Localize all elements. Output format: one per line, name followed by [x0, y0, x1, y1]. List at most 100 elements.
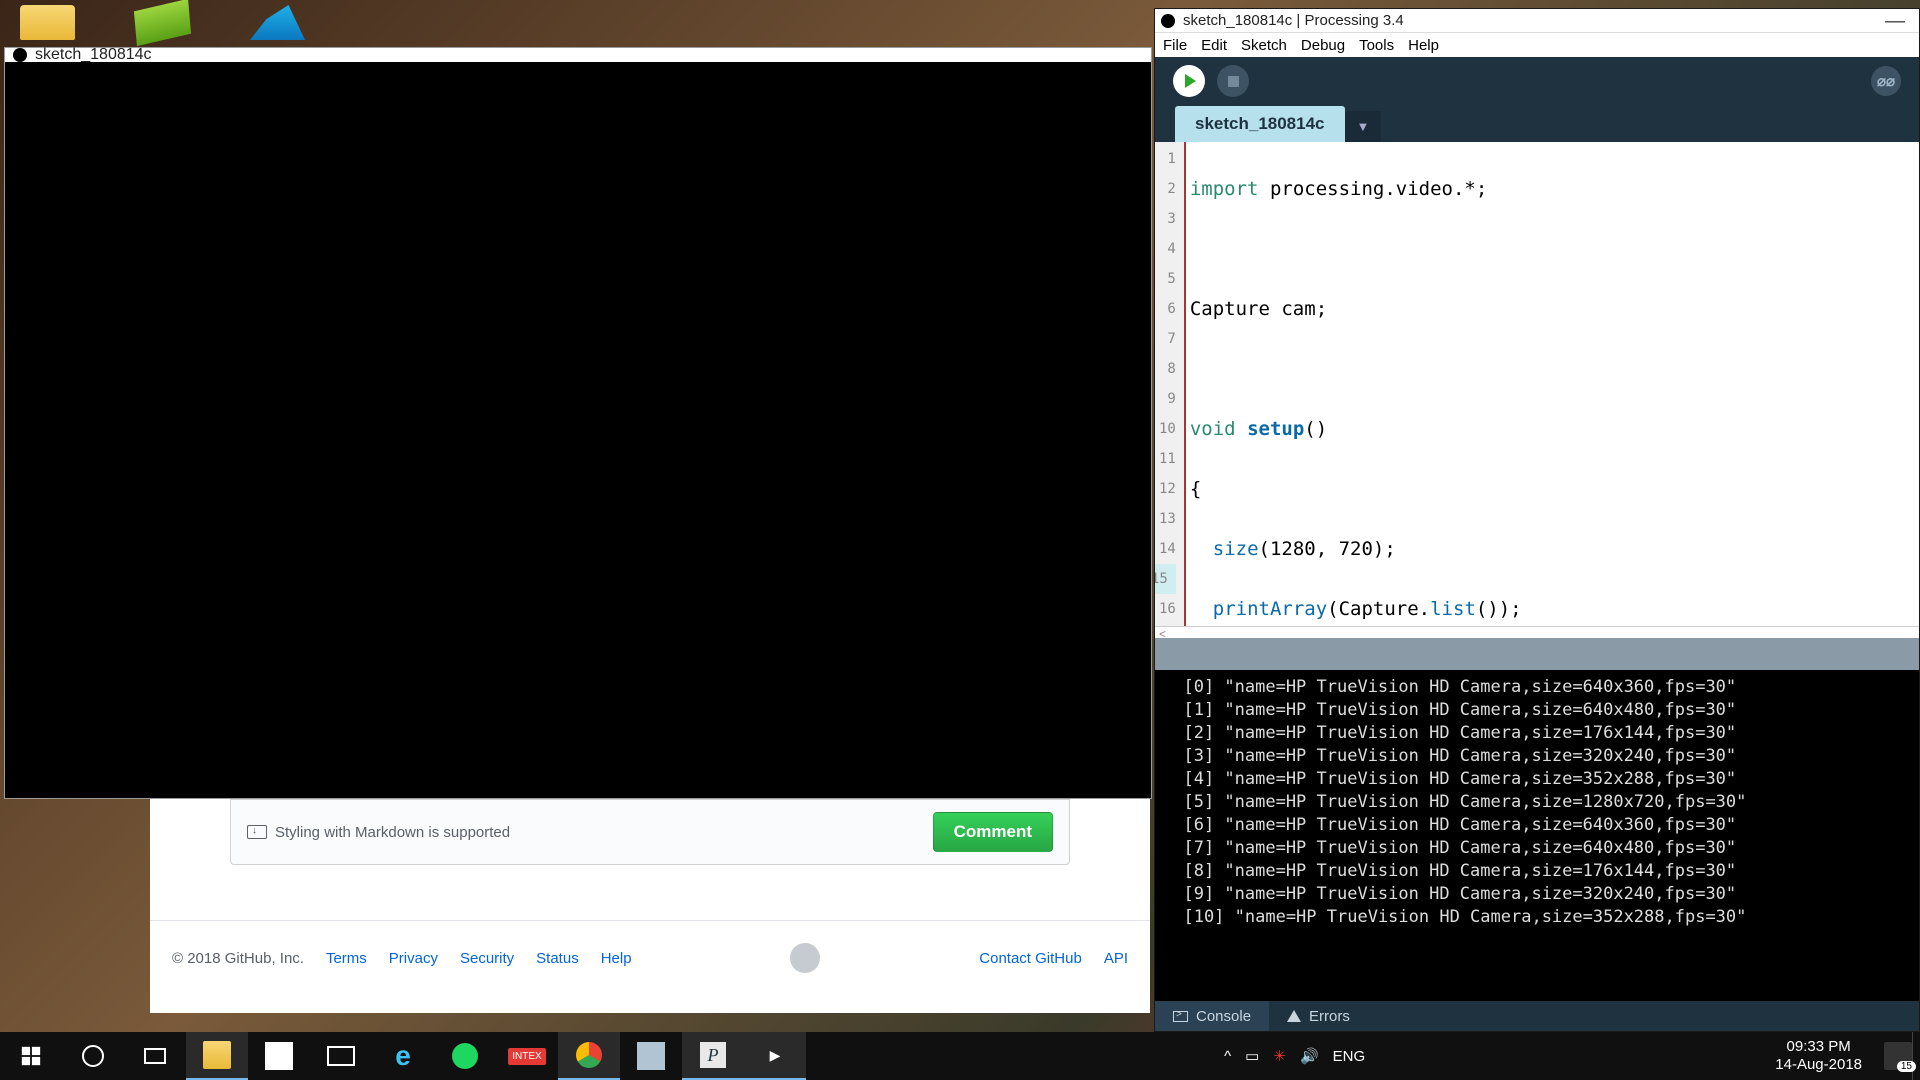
- taskbar-store[interactable]: [248, 1032, 310, 1080]
- line-gutter: 12345678910111213141516: [1155, 142, 1186, 626]
- github-page-fragment: Styling with Markdown is supported Comme…: [150, 799, 1150, 1013]
- clock-time: 09:33 PM: [1775, 1038, 1862, 1056]
- warning-icon: [1287, 1010, 1301, 1022]
- taskbar-clock[interactable]: 09:33 PM 14-Aug-2018: [1761, 1038, 1876, 1074]
- footer-contact[interactable]: Contact GitHub: [979, 950, 1082, 967]
- menu-edit[interactable]: Edit: [1201, 37, 1227, 54]
- tray-overflow[interactable]: ^: [1224, 1048, 1231, 1065]
- code-text: {: [1190, 478, 1201, 500]
- play-icon: ▶: [770, 1047, 781, 1064]
- desktop-app-icon[interactable]: [250, 5, 305, 40]
- copyright: © 2018 GitHub, Inc.: [172, 950, 304, 967]
- tray-network-icon[interactable]: ✳: [1273, 1047, 1286, 1065]
- code-text: [1190, 598, 1213, 620]
- comment-button[interactable]: Comment: [933, 812, 1053, 852]
- ide-bottom-tabs: Console Errors: [1155, 1001, 1919, 1031]
- taskbar-explorer[interactable]: [186, 1032, 248, 1080]
- footer-help[interactable]: Help: [601, 950, 632, 967]
- taskbar-processing[interactable]: P: [682, 1032, 744, 1080]
- desktop-bluestacks-icon[interactable]: [134, 0, 191, 46]
- taskbar-sketch[interactable]: ▶: [744, 1032, 806, 1080]
- action-center-button[interactable]: [1884, 1042, 1912, 1070]
- sketch-output-window[interactable]: sketch_180814c: [4, 47, 1152, 799]
- menu-debug[interactable]: Debug: [1301, 37, 1345, 54]
- markdown-hint[interactable]: Styling with Markdown is supported: [247, 824, 510, 841]
- console-output[interactable]: [0] "name=HP TrueVision HD Camera,size=6…: [1155, 670, 1919, 1001]
- clock-date: 14-Aug-2018: [1775, 1056, 1862, 1074]
- store-icon: [265, 1042, 293, 1070]
- stop-button[interactable]: [1217, 65, 1249, 97]
- footer-terms[interactable]: Terms: [326, 950, 367, 967]
- run-button[interactable]: [1173, 65, 1205, 97]
- fn: size: [1213, 538, 1259, 560]
- github-footer: © 2018 GitHub, Inc. Terms Privacy Securi…: [150, 943, 1150, 973]
- ide-menubar: File Edit Sketch Debug Tools Help: [1155, 33, 1919, 57]
- kw: void: [1190, 418, 1236, 440]
- menu-tools[interactable]: Tools: [1359, 37, 1394, 54]
- taskbar-spotify[interactable]: [434, 1032, 496, 1080]
- footer-api[interactable]: API: [1104, 950, 1128, 967]
- code-text: ());: [1476, 598, 1522, 620]
- menu-file[interactable]: File: [1163, 37, 1187, 54]
- tray-volume-icon[interactable]: 🔊: [1300, 1047, 1319, 1065]
- code-text: Capture cam;: [1190, 298, 1327, 320]
- tray-battery-icon[interactable]: ▭: [1245, 1047, 1259, 1065]
- editor-scroll-indicator[interactable]: <: [1155, 626, 1919, 638]
- errors-tab[interactable]: Errors: [1269, 1001, 1368, 1031]
- ide-titlebar[interactable]: sketch_180814c | Processing 3.4 —: [1155, 9, 1919, 33]
- processing-icon: [13, 48, 27, 62]
- sketch-tab[interactable]: sketch_180814c: [1175, 106, 1345, 142]
- minimize-button[interactable]: —: [1877, 11, 1913, 31]
- windows-taskbar: e INTEX P ▶ ^ ▭ ✳ 🔊 ENG 09:33 PM 14-Aug-…: [0, 1032, 1920, 1080]
- taskbar-app1[interactable]: [620, 1032, 682, 1080]
- system-tray: ^ ▭ ✳ 🔊 ENG: [1224, 1047, 1371, 1065]
- debug-toggle-button[interactable]: ⌀⌀: [1871, 66, 1901, 96]
- start-button[interactable]: [0, 1032, 62, 1080]
- edge-icon: e: [395, 1040, 411, 1072]
- console-tab-label: Console: [1196, 1008, 1251, 1025]
- tray-language[interactable]: ENG: [1333, 1048, 1366, 1065]
- show-desktop-button[interactable]: [1912, 1032, 1920, 1080]
- code-text: (): [1304, 418, 1327, 440]
- github-comment-footer: Styling with Markdown is supported Comme…: [230, 799, 1070, 865]
- cortana-button[interactable]: [62, 1032, 124, 1080]
- taskbar-chrome[interactable]: [558, 1032, 620, 1080]
- ide-title: sketch_180814c | Processing 3.4: [1183, 12, 1404, 29]
- taskbar-intex[interactable]: INTEX: [496, 1032, 558, 1080]
- spotify-icon: [452, 1043, 478, 1069]
- markdown-hint-text: Styling with Markdown is supported: [275, 824, 510, 841]
- github-logo-icon[interactable]: [790, 943, 820, 973]
- kw: import: [1190, 178, 1259, 200]
- footer-privacy[interactable]: Privacy: [389, 950, 438, 967]
- fn: list: [1430, 598, 1476, 620]
- taskview-icon: [144, 1048, 166, 1064]
- console-tab[interactable]: Console: [1155, 1001, 1269, 1031]
- sketch-titlebar[interactable]: sketch_180814c: [5, 48, 1151, 62]
- tab-menu-arrow[interactable]: ▼: [1345, 111, 1382, 142]
- footer-security[interactable]: Security: [460, 950, 514, 967]
- menu-sketch[interactable]: Sketch: [1241, 37, 1287, 54]
- menu-help[interactable]: Help: [1408, 37, 1439, 54]
- code-editor[interactable]: 12345678910111213141516 import processin…: [1155, 142, 1919, 626]
- folder-icon: [203, 1041, 231, 1069]
- sketch-title: sketch_180814c: [35, 46, 152, 64]
- code-area[interactable]: import processing.video.*; Capture cam; …: [1186, 142, 1919, 626]
- footer-divider: [150, 920, 1150, 921]
- markdown-icon: [247, 825, 267, 839]
- intex-icon: INTEX: [508, 1048, 545, 1065]
- code-text: [1190, 538, 1213, 560]
- code-text: (1280, 720);: [1259, 538, 1396, 560]
- desktop-folder-icon[interactable]: [20, 5, 75, 40]
- task-view-button[interactable]: [124, 1032, 186, 1080]
- errors-tab-label: Errors: [1309, 1008, 1350, 1025]
- taskbar-mail[interactable]: [310, 1032, 372, 1080]
- code-text: (Capture.: [1327, 598, 1430, 620]
- taskbar-edge[interactable]: e: [372, 1032, 434, 1080]
- footer-status[interactable]: Status: [536, 950, 579, 967]
- fn: setup: [1247, 418, 1304, 440]
- processing-ide-window[interactable]: sketch_180814c | Processing 3.4 — File E…: [1154, 8, 1920, 1032]
- chrome-icon: [576, 1042, 602, 1068]
- ide-toolbar: ⌀⌀: [1155, 57, 1919, 105]
- ide-status-bar: [1155, 638, 1919, 670]
- fn: printArray: [1213, 598, 1327, 620]
